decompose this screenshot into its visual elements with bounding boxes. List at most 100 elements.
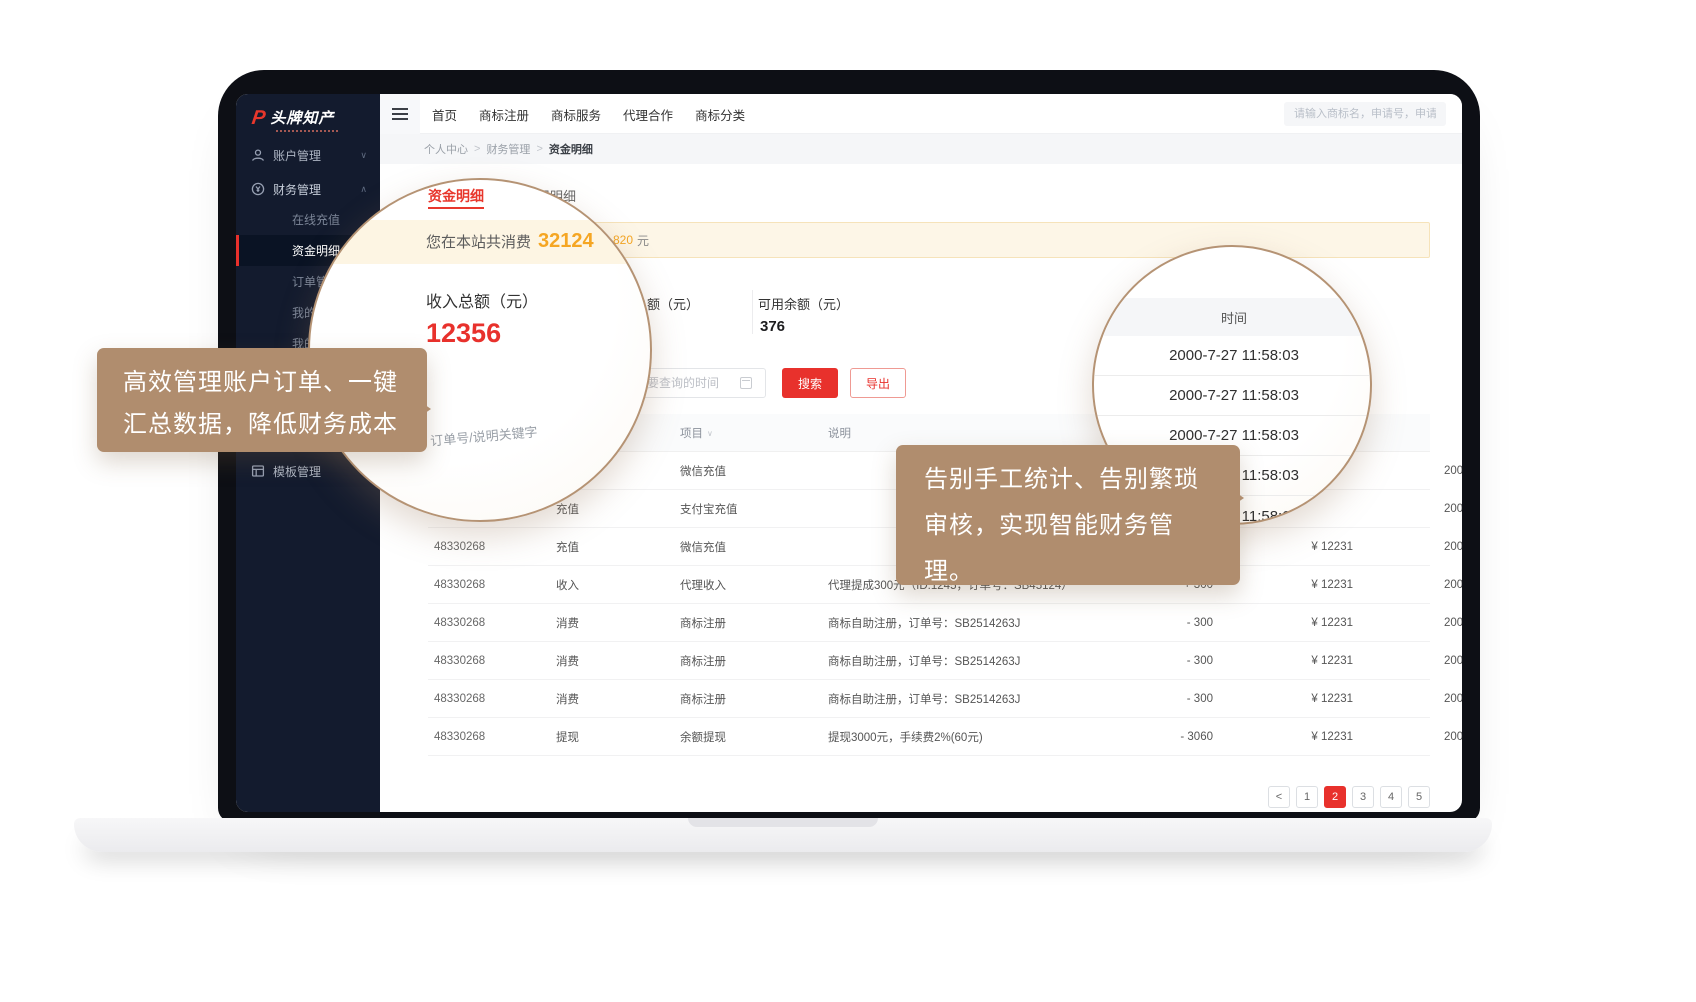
breadcrumb-separator: > [536,143,542,155]
balance: ¥ 12231 [1228,642,1353,680]
time: 2000-7-27 11:58:03 [1444,604,1462,642]
amount: - 300 [1078,604,1213,642]
time: 2000-7-27 11:58:03 [1444,490,1462,528]
col-header-description: 说明 [828,414,851,452]
pagination-page-5[interactable]: 5 [1408,786,1430,808]
order-no: 48330268 [434,566,485,604]
export-button[interactable]: 导出 [850,368,906,398]
description: 商标自助注册，订单号：SB2514263J [828,642,1020,680]
project: 微信充值 [680,452,726,490]
amount: - 3060 [1078,718,1213,756]
callout-right: 告别手工统计、告别繁琐 审核，实现智能财务管 理。 [896,445,1240,585]
magnified-tab-underline [428,207,484,209]
balance: ¥ 12231 [1228,604,1353,642]
time: 2000-7-27 11:58:03 [1444,566,1462,604]
sidebar-item-finance[interactable]: 财务管理 ∧ [236,172,380,206]
pagination-prev-button[interactable]: < [1268,786,1290,808]
project: 代理收入 [680,566,726,604]
top-navbar: 首页 商标注册 商标服务 代理合作 商标分类 [380,94,1462,134]
logo[interactable]: P 头牌知产 [252,107,334,128]
project: 商标注册 [680,680,726,718]
chevron-up-icon: ∧ [360,184,367,195]
callout-text-line: 汇总数据，降低财务成本 [123,404,427,446]
magnified-banner-text: 您在本站共消费 32124 [426,230,594,253]
type: 消费 [556,680,579,718]
breadcrumb-item[interactable]: 财务管理 [486,141,530,157]
stat-balance-value: 376 [760,318,785,335]
user-icon [251,148,265,162]
order-no: 48330268 [434,604,485,642]
balance: ¥ 12231 [1228,566,1353,604]
laptop-base-notch [688,818,878,827]
finance-icon [251,182,265,196]
type: 消费 [556,642,579,680]
trademark-search-input[interactable] [1284,102,1446,126]
time: 2000-7-27 11:58:03 [1444,452,1462,490]
col-header-project[interactable]: 项目∨ [680,414,713,452]
time: 2000-7-27 11:58:03 [1444,642,1462,680]
project: 支付宝充值 [680,490,738,528]
stat-balance-label: 可用余额（元） [758,294,849,313]
nav-tab-trademark-category[interactable]: 商标分类 [695,105,745,124]
logo-subtext-decoration [276,130,338,132]
order-no: 48330268 [434,642,485,680]
order-no: 48330268 [434,528,485,566]
stage: P 头牌知产 账户管理 ∨ 财务管理 [0,0,1696,1002]
pagination-page-1[interactable]: 1 [1296,786,1318,808]
time: 2000-7-27 11:58:03 [1444,718,1462,756]
stat-divider [752,290,753,334]
nav-tab-home[interactable]: 首页 [432,105,457,124]
breadcrumb: 个人中心 > 财务管理 > 资金明细 [380,134,1462,164]
amount: - 300 [1078,680,1213,718]
calendar-icon[interactable] [740,377,752,389]
description: 商标自助注册，订单号：SB2514263J [828,680,1020,718]
callout-text-line: 审核，实现智能财务管 [924,503,1240,549]
logo-text: 头牌知产 [270,107,334,128]
sidebar-item-label: 模板管理 [273,463,321,480]
sidebar-item-account[interactable]: 账户管理 ∨ [236,138,380,172]
description: 提现3000元，手续费2%(60元) [828,718,983,756]
time: 2000-7-27 11:58:03 [1444,680,1462,718]
breadcrumb-item[interactable]: 个人中心 [424,141,468,157]
nav-tab-agent-cooperation[interactable]: 代理合作 [623,105,673,124]
project: 余额提现 [680,718,726,756]
pagination-page-3[interactable]: 3 [1352,786,1374,808]
laptop-base [74,818,1492,852]
type: 收入 [556,566,579,604]
breadcrumb-current: 资金明细 [549,141,593,157]
project: 微信充值 [680,528,726,566]
search-button[interactable]: 搜索 [782,368,838,398]
chevron-down-icon: ∨ [360,150,367,161]
template-icon [251,464,265,478]
sort-caret-icon: ∨ [707,429,713,438]
project: 商标注册 [680,604,726,642]
description: 商标自助注册，订单号：SB2514263J [828,604,1020,642]
callout-text-line: 高效管理账户订单、一键 [123,362,427,404]
type: 消费 [556,604,579,642]
nav-tab-trademark-service[interactable]: 商标服务 [551,105,601,124]
magnified-tab-label: 资金明细 [428,186,484,206]
magnified-income-label: 收入总额（元） [426,288,538,312]
table-row: 48330268 消费 商标注册 商标自助注册，订单号：SB2514263J -… [428,604,1430,642]
amount: - 300 [1078,642,1213,680]
pagination-page-2-active[interactable]: 2 [1324,786,1346,808]
table-row: 48330268 提现 余额提现 提现3000元，手续费2%(60元) - 30… [428,718,1430,756]
type: 充值 [556,528,579,566]
magnified-time-header: 时间 [1094,298,1372,336]
balance: ¥ 12231 [1228,718,1353,756]
balance: ¥ 12231 [1228,680,1353,718]
pagination-page-4[interactable]: 4 [1380,786,1402,808]
magnified-income-value: 12356 [426,318,501,349]
table-row: 48330268 消费 商标注册 商标自助注册，订单号：SB2514263J -… [428,680,1430,718]
callout-text-line: 告别手工统计、告别繁琐 [924,457,1240,503]
table-row: 48330268 消费 商标注册 商标自助注册，订单号：SB2514263J -… [428,642,1430,680]
sidebar-item-label: 财务管理 [273,181,321,198]
nav-tab-trademark-register[interactable]: 商标注册 [479,105,529,124]
hamburger-menu-button[interactable] [380,94,420,134]
callout-left: 高效管理账户订单、一键 汇总数据，降低财务成本 [97,348,427,452]
magnified-time-cell: 2000-7-27 11:58:03 [1094,376,1372,416]
sidebar-item-label: 账户管理 [273,147,321,164]
order-no: 48330268 [434,680,485,718]
time: 2000-7-27 11:58:03 [1444,528,1462,566]
order-no: 48330268 [434,718,485,756]
